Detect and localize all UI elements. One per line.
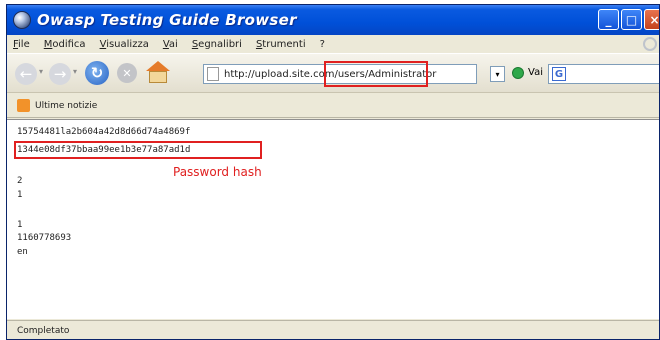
- browser-window: Owasp Testing Guide Browser _ □ × File M…: [6, 4, 660, 340]
- bookmarks-toolbar: Ultime notizie: [7, 94, 659, 118]
- menu-visualizza[interactable]: Visualizza: [100, 39, 149, 50]
- browser-icon: [13, 11, 31, 29]
- menu-vai[interactable]: Vai: [163, 39, 178, 50]
- address-bar[interactable]: http://upload.site.com/users/Administrat…: [203, 61, 477, 87]
- menu-bar: File Modifica Visualizza Vai Segnalibri …: [7, 35, 659, 53]
- back-history-dropdown-icon[interactable]: ▾: [39, 67, 43, 76]
- hash-highlight-box: [14, 141, 262, 159]
- menu-modifica[interactable]: Modifica: [44, 39, 86, 50]
- google-icon[interactable]: G: [552, 67, 566, 81]
- bookmark-ultime-notizie[interactable]: Ultime notizie: [35, 101, 97, 111]
- close-button[interactable]: ×: [644, 9, 659, 30]
- maximize-button[interactable]: □: [621, 9, 642, 30]
- home-roof-shape: [146, 61, 170, 71]
- content-line: 1160778693: [17, 233, 72, 243]
- content-line: 15754481la2b604a42d8d66d74a4869f: [17, 127, 191, 137]
- url-history-dropdown-icon[interactable]: ▾: [490, 66, 505, 82]
- menu-file[interactable]: File: [13, 39, 30, 50]
- content-line: 1: [17, 220, 23, 230]
- home-house-shape: [149, 71, 167, 83]
- throbber-icon: [643, 37, 657, 51]
- window-title: Owasp Testing Guide Browser: [37, 11, 297, 29]
- menu-strumenti[interactable]: Strumenti: [256, 39, 306, 50]
- window-controls: _ □ ×: [598, 9, 659, 30]
- forward-arrow-icon[interactable]: →: [49, 63, 71, 85]
- title-bar: Owasp Testing Guide Browser _ □ ×: [7, 5, 659, 35]
- content-line: 2: [17, 176, 23, 186]
- go-icon[interactable]: [512, 67, 524, 79]
- back-arrow-icon[interactable]: ←: [15, 63, 37, 85]
- rss-icon: [17, 99, 30, 112]
- reload-icon[interactable]: ↻: [85, 61, 109, 85]
- navigation-toolbar: ← ▾ → ▾ ↻ ✕ http://upload.site.com/users…: [7, 53, 659, 93]
- password-hash-annotation: Password hash: [173, 165, 262, 179]
- page-content: 15754481la2b604a42d8d66d74a4869f 1344e08…: [7, 119, 659, 319]
- status-text: Completato: [17, 326, 70, 336]
- menu-segnalibri[interactable]: Segnalibri: [192, 39, 242, 50]
- content-line: en: [17, 247, 28, 257]
- menu-help[interactable]: ?: [320, 39, 325, 50]
- status-bar: Completato: [7, 320, 659, 339]
- search-input[interactable]: G: [548, 64, 659, 84]
- stop-icon[interactable]: ✕: [117, 63, 137, 83]
- content-line: 1: [17, 190, 23, 200]
- go-button-label[interactable]: Vai: [528, 67, 543, 78]
- home-icon[interactable]: [145, 61, 171, 85]
- url-highlight-box: [324, 61, 428, 87]
- forward-history-dropdown-icon[interactable]: ▾: [73, 67, 77, 76]
- minimize-button[interactable]: _: [598, 9, 619, 30]
- page-icon: [207, 67, 219, 81]
